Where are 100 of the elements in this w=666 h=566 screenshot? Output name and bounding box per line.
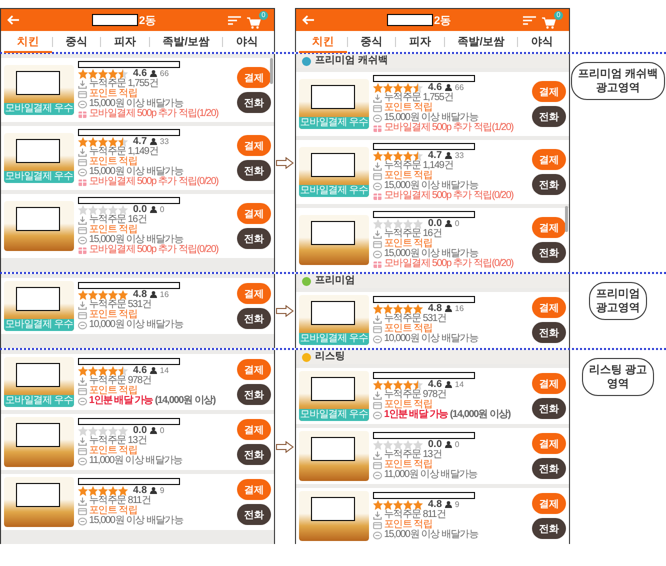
store-info-text: 포인트 적립	[89, 310, 137, 320]
card-icon	[78, 90, 87, 99]
star-filled-icon	[383, 82, 393, 92]
store-info-text: 15,000원 이상 배달가능	[89, 235, 184, 245]
star-filled-icon	[118, 290, 128, 300]
star-filled-icon	[88, 136, 98, 146]
star-filled-icon	[98, 366, 108, 376]
coin-icon	[78, 517, 87, 526]
call-button[interactable]: 전화	[237, 160, 271, 181]
tray-arrow-icon	[373, 451, 382, 460]
redaction-box	[311, 497, 355, 521]
photo-badge: 모바일결제 우수	[4, 171, 74, 183]
store-info-text: 포인트 적립	[384, 171, 432, 181]
store-info-text: 모바일결제 500p 추가 적립(0/20)	[89, 177, 218, 187]
star-filled-icon	[78, 136, 88, 146]
photo-badge: 모바일결제 우수	[299, 409, 369, 421]
review-count: 14	[454, 380, 464, 389]
store-card[interactable]: 4.8 9 누적주문 811건 포인트 적립 15,000원 이상 배달가능 결제 전화	[1, 474, 274, 530]
star-filled-icon	[413, 500, 423, 510]
star-filled-icon	[393, 150, 403, 160]
star-filled-icon	[108, 68, 118, 78]
back-arrow-icon[interactable]	[7, 15, 20, 25]
scrollbar[interactable]	[565, 206, 568, 232]
store-info-text: 포인트 적립	[89, 386, 137, 396]
coin-icon	[373, 114, 382, 123]
call-button[interactable]: 전화	[237, 228, 271, 249]
star-filled-icon	[98, 486, 108, 496]
store-card[interactable]: 모바일결제 우수 4.6 14 누적주문 978건 포인트 적립 1인분 배달 가능 (14,000원 이상) 결제 전화	[296, 368, 569, 424]
store-card[interactable]: 모바일결제 우수 4.6 66 누적주문 1,755건 포인트 적립 15,000원 이상 배달가능 모바일결제 500p 추가 적립(1/20) 결제 전화	[296, 72, 569, 136]
store-info-text: 누적주문 1,149건	[89, 147, 158, 157]
header-title: 2동	[434, 14, 452, 28]
star-filled-icon	[88, 486, 98, 496]
category-tab[interactable]: 족발/보쌈	[444, 30, 518, 52]
review-count: 0	[454, 219, 460, 228]
category-tab[interactable]: 중식	[348, 30, 396, 52]
call-button[interactable]: 전화	[532, 398, 566, 419]
review-count: 14	[160, 366, 169, 375]
store-card[interactable]: 0.0 0 누적주문 13건 포인트 적립 11,000원 이상 배달가능 결제 전화	[296, 428, 569, 484]
store-card[interactable]: 0.0 0 누적주문 16건 포인트 적립 15,000원 이상 배달가능 모바일결제 500p 추가 적립(0/20) 결제 전화	[296, 208, 569, 272]
store-info-text: 포인트 적립	[89, 157, 137, 167]
star-filled-icon	[373, 150, 383, 160]
arrow-icon	[276, 305, 294, 317]
redaction-box	[16, 71, 60, 95]
category-tab[interactable]: 피자	[101, 30, 149, 52]
person-icon	[150, 487, 157, 494]
section-title: 리스팅	[315, 351, 345, 363]
menu-icon[interactable]	[228, 16, 241, 24]
star-filled-icon	[393, 82, 403, 92]
store-card[interactable]: 모바일결제 우수 4.8 16 누적주문 531건 포인트 적립 10,000원 이상 배달가능 결제 전화	[296, 292, 569, 348]
store-card[interactable]: 4.8 9 누적주문 811건 포인트 적립 15,000원 이상 배달가능 결제 전화	[296, 488, 569, 544]
call-button[interactable]: 전화	[237, 308, 271, 329]
back-arrow-icon[interactable]	[302, 15, 315, 25]
person-icon	[444, 220, 452, 227]
store-card[interactable]: 0.0 0 누적주문 16건 포인트 적립 15,000원 이상 배달가능 모바일결제 500p 추가 적립(0/20) 결제 전화	[1, 194, 274, 258]
category-tab[interactable]: 야식	[223, 30, 272, 52]
gift-icon	[78, 178, 87, 187]
call-button[interactable]: 전화	[532, 242, 566, 263]
call-button[interactable]: 전화	[532, 322, 566, 343]
gift-icon	[373, 192, 382, 201]
store-info-text: 포인트 적립	[384, 520, 432, 530]
star-filled-icon	[393, 304, 403, 314]
star-filled-icon	[98, 68, 108, 78]
coin-icon	[373, 250, 382, 259]
call-button[interactable]: 전화	[237, 444, 271, 465]
tray-arrow-icon	[78, 437, 87, 446]
call-button[interactable]: 전화	[532, 106, 566, 127]
call-button[interactable]: 전화	[532, 174, 566, 195]
call-button[interactable]: 전화	[237, 92, 271, 113]
store-card[interactable]: 모바일결제 우수 4.7 33 누적주문 1,149건 포인트 적립 15,000원 이상 배달가능 모바일결제 500p 추가 적립(0/20) 결제 전화	[1, 126, 274, 190]
person-icon	[444, 152, 452, 159]
category-tab[interactable]: 중식	[52, 30, 100, 52]
rating-score: 4.8	[428, 499, 442, 510]
store-card[interactable]: 모바일결제 우수 4.7 33 누적주문 1,149건 포인트 적립 15,000원 이상 배달가능 모바일결제 500p 추가 적립(0/20) 결제 전화	[296, 140, 569, 204]
store-info-text: 15,000원 이상 배달가능	[384, 181, 478, 191]
photo-badge: 모바일결제 우수	[4, 395, 74, 407]
store-info-text: 누적주문 1,755건	[89, 79, 158, 89]
store-info-text: 누적주문 13건	[89, 436, 147, 446]
card-icon	[78, 158, 87, 167]
rating-score: 4.7	[428, 150, 442, 161]
category-tab[interactable]: 족발/보쌈	[150, 30, 222, 52]
store-info-text: 모바일결제 500p 추가 적립(0/20)	[384, 259, 514, 269]
scrollbar[interactable]	[270, 58, 273, 84]
person-icon	[444, 381, 452, 388]
store-info-text: 포인트 적립	[89, 446, 137, 456]
call-button[interactable]: 전화	[237, 384, 271, 405]
call-button[interactable]: 전화	[532, 458, 566, 479]
person-icon	[150, 291, 157, 298]
store-card[interactable]: 모바일결제 우수 4.8 16 누적주문 531건 포인트 적립 10,000원 이상 배달가능 결제 전화	[1, 278, 274, 334]
coin-icon	[78, 100, 87, 109]
category-tab[interactable]: 야식	[518, 30, 566, 52]
tray-arrow-icon	[373, 391, 382, 400]
store-card[interactable]: 모바일결제 우수 4.6 14 누적주문 978건 포인트 적립 1인분 배달 가능 (14,000원 이상) 결제 전화	[1, 354, 274, 410]
category-tab[interactable]: 피자	[396, 30, 444, 52]
menu-icon[interactable]	[523, 16, 536, 24]
redaction-box	[16, 423, 60, 447]
call-button[interactable]: 전화	[532, 518, 566, 539]
call-button[interactable]: 전화	[237, 504, 271, 525]
store-card[interactable]: 0.0 0 누적주문 13건 포인트 적립 11,000원 이상 배달가능 결제 전화	[1, 414, 274, 470]
star-half-icon	[413, 380, 423, 390]
store-card[interactable]: 모바일결제 우수 4.6 66 누적주문 1,755건 포인트 적립 15,000원 이상 배달가능 모바일결제 500p 추가 적립(1/20) 결제 전화	[1, 58, 274, 122]
